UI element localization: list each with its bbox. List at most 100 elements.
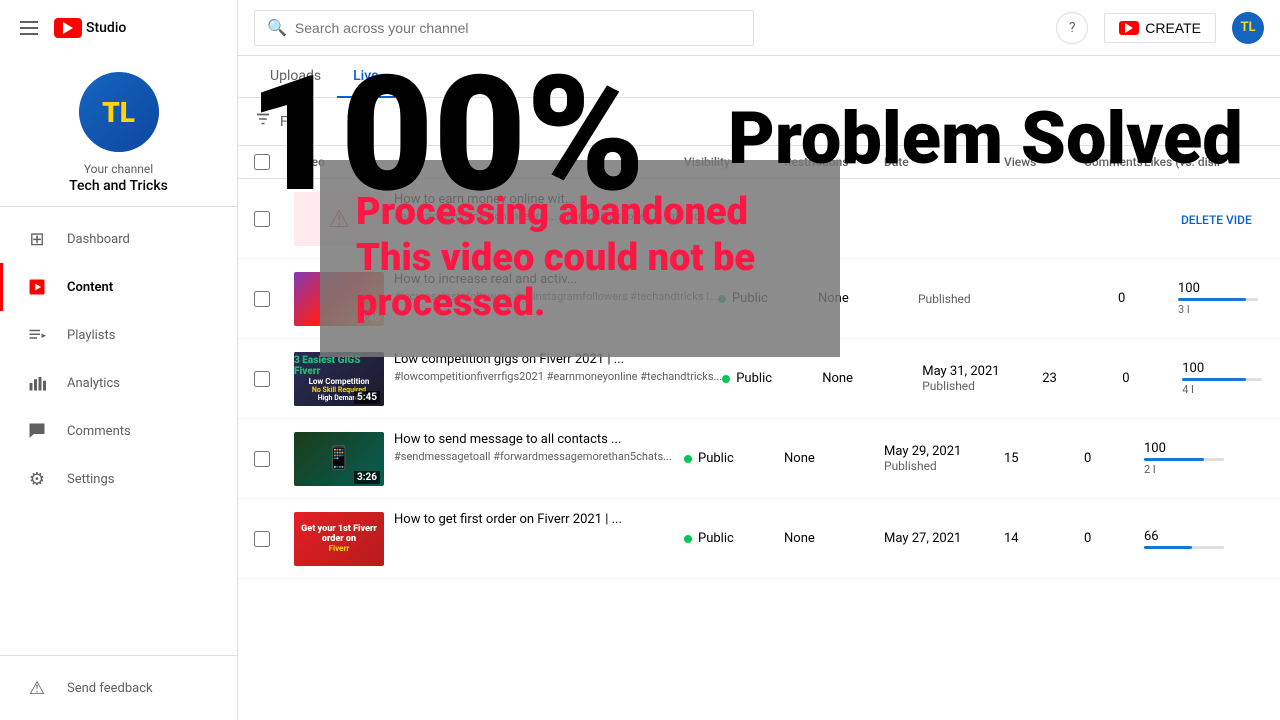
likes-cell: 100 3 l xyxy=(1178,281,1280,316)
content-icon xyxy=(27,277,47,297)
analytics-icon xyxy=(27,373,47,393)
row-checkbox[interactable] xyxy=(254,451,270,467)
bar-fill xyxy=(1182,378,1246,381)
select-all-checkbox[interactable] xyxy=(254,154,270,170)
dashboard-icon: ⊞ xyxy=(27,229,47,249)
visibility-cell: Public xyxy=(684,531,784,546)
create-button[interactable]: CREATE xyxy=(1104,13,1216,43)
video-info: How to send message to all contacts ... … xyxy=(394,432,684,464)
overlay-line3: processed. xyxy=(356,281,804,327)
channel-info: TL Your channel Tech and Tricks xyxy=(0,56,237,207)
sidebar-item-send-feedback[interactable]: ⚠ Send feedback xyxy=(0,664,237,712)
table-row: Get your 1st Fiverr order on Fiverr How … xyxy=(238,499,1280,579)
sidebar-item-playlists[interactable]: Playlists xyxy=(0,311,237,359)
create-video-icon xyxy=(1119,21,1139,35)
row-checkbox[interactable] xyxy=(254,291,270,307)
date-cell: May 27, 2021 xyxy=(884,531,1004,546)
row-checkbox[interactable] xyxy=(254,531,270,547)
bar-sub: 3 l xyxy=(1178,303,1280,316)
video-thumbnail: 📱 3:26 xyxy=(294,432,384,486)
header-right: ? CREATE TL xyxy=(1056,12,1264,44)
views-cell: 14 xyxy=(1004,531,1084,546)
sidebar-item-content[interactable]: Content xyxy=(0,263,237,311)
likes-value: 66 xyxy=(1144,529,1264,544)
delete-button[interactable]: DELETE VIDE xyxy=(1181,213,1252,227)
your-channel-label: Your channel xyxy=(84,162,153,176)
feedback-label: Send feedback xyxy=(67,681,153,696)
video-thumbnail: Get your 1st Fiverr order on Fiverr xyxy=(294,512,384,566)
visibility-label: Public xyxy=(698,531,734,546)
bar-track xyxy=(1144,546,1224,549)
date-cell: May 29, 2021 Published xyxy=(884,444,1004,473)
date-value: May 29, 2021 xyxy=(884,444,1004,459)
bar-track xyxy=(1144,458,1224,461)
help-icon[interactable]: ? xyxy=(1056,12,1088,44)
row-checkbox[interactable] xyxy=(254,371,270,387)
hamburger-menu[interactable] xyxy=(16,17,42,39)
tab-live[interactable]: Live xyxy=(337,56,394,98)
visibility-label: Public xyxy=(736,371,772,386)
likes-value: 100 xyxy=(1182,361,1280,376)
date-value: May 31, 2021 xyxy=(922,364,1042,379)
channel-name: Tech and Tricks xyxy=(69,178,168,194)
nav-items: ⊞ Dashboard Content Playlists Analytics xyxy=(0,207,237,655)
sidebar-item-settings[interactable]: ⚙ Settings xyxy=(0,455,237,503)
user-avatar[interactable]: TL xyxy=(1232,12,1264,44)
visibility-label: Public xyxy=(698,451,734,466)
tabs: Uploads Live xyxy=(238,56,1280,98)
date-sub: Published xyxy=(922,379,1042,393)
video-thumbnail: 3 Easiest GIGS Fiverr Low Competition No… xyxy=(294,352,384,406)
video-tags: #lowcompetitionfiverrfigs2021 #earnmoney… xyxy=(394,370,722,383)
video-cell: Get your 1st Fiverr order on Fiverr How … xyxy=(294,512,684,566)
sidebar-item-dashboard[interactable]: ⊞ Dashboard xyxy=(0,215,237,263)
dashboard-label: Dashboard xyxy=(67,232,130,247)
thumb-image: 3 Easiest GIGS Fiverr Low Competition No… xyxy=(294,352,384,406)
views-cell: 15 xyxy=(1004,451,1084,466)
youtube-logo: Studio xyxy=(54,18,126,38)
status-dot xyxy=(684,535,692,543)
playlists-icon xyxy=(27,325,47,345)
yt-logo-icon xyxy=(54,18,82,38)
sidebar-header: Studio xyxy=(0,0,237,56)
sidebar-item-analytics[interactable]: Analytics xyxy=(0,359,237,407)
video-tags: #sendmessagetoall #forwardmessagemoretha… xyxy=(394,450,684,463)
likes-cell: 100 4 l xyxy=(1182,361,1280,396)
sidebar-bottom: ⚠ Send feedback xyxy=(0,655,237,720)
views-cell: 23 xyxy=(1042,371,1122,386)
sidebar-item-comments[interactable]: Comments xyxy=(0,407,237,455)
comments-label: Comments xyxy=(67,424,131,439)
video-title: How to send message to all contacts ... xyxy=(394,432,684,449)
video-title: How to get first order on Fiverr 2021 | … xyxy=(394,512,684,529)
col-views: Views xyxy=(1004,155,1084,169)
comments-cell: 0 xyxy=(1118,291,1178,306)
main-content: Uploads Live Filter Video Visibility Res… xyxy=(238,56,1280,720)
search-input[interactable] xyxy=(295,20,741,36)
filter-bar: Filter xyxy=(238,98,1280,146)
visibility-cell: Public xyxy=(684,451,784,466)
col-comments: Comments xyxy=(1084,155,1144,169)
search-icon: 🔍 xyxy=(267,18,287,37)
date-cell: Published xyxy=(918,292,1038,306)
status-dot xyxy=(722,375,730,383)
settings-label: Settings xyxy=(67,472,114,487)
search-bar[interactable]: 🔍 xyxy=(254,10,754,46)
tab-uploads[interactable]: Uploads xyxy=(254,56,337,98)
col-date: Date xyxy=(884,155,1004,169)
studio-label: Studio xyxy=(86,20,126,36)
video-info: How to get first order on Fiverr 2021 | … xyxy=(394,512,684,531)
restrictions-cell: None xyxy=(822,371,922,386)
processing-overlay: Processing abandoned This video could no… xyxy=(320,160,840,357)
date-cell: May 31, 2021 Published xyxy=(922,364,1042,393)
bar-track xyxy=(1178,298,1258,301)
row-checkbox[interactable] xyxy=(254,211,270,227)
sidebar: Studio TL Your channel Tech and Tricks ⊞… xyxy=(0,0,238,720)
bar-sub: 2 l xyxy=(1144,463,1264,476)
video-cell: 3 Easiest GIGS Fiverr Low Competition No… xyxy=(294,352,722,406)
bar-fill xyxy=(1144,458,1204,461)
header: 🔍 ? CREATE TL xyxy=(238,0,1280,56)
likes-cell: 66 xyxy=(1144,529,1264,549)
date-sub: Published xyxy=(918,292,1038,306)
likes-value: 100 xyxy=(1178,281,1280,296)
content-label: Content xyxy=(67,280,113,295)
bar-sub: 4 l xyxy=(1182,383,1280,396)
